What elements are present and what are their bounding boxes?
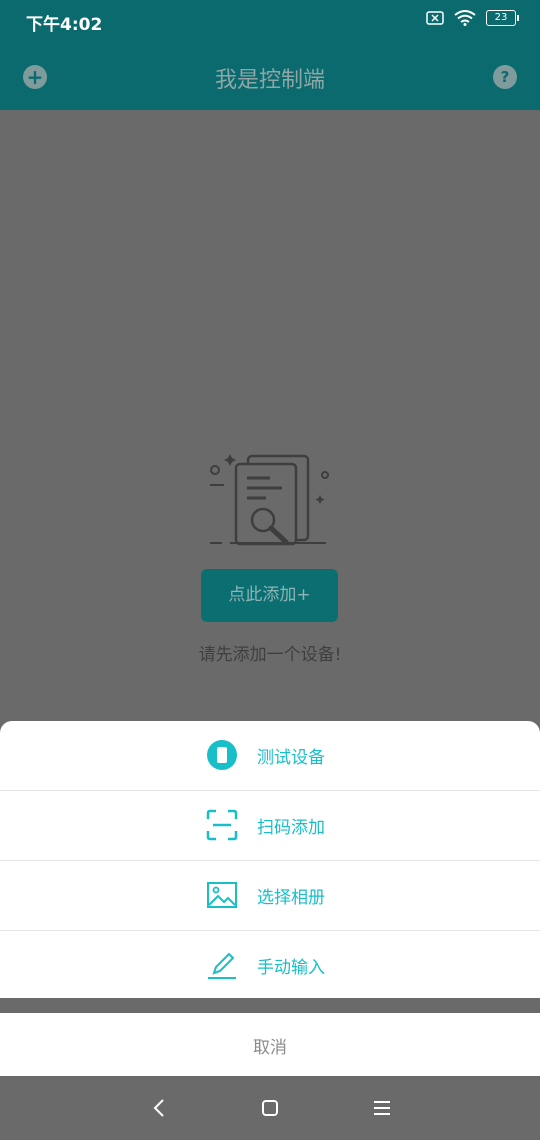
home-icon[interactable] bbox=[258, 1096, 282, 1120]
status-bar: 下午4:02 23 bbox=[0, 0, 540, 44]
page-title: 我是控制端 bbox=[214, 68, 325, 93]
wifi-icon bbox=[454, 10, 476, 26]
sheet-item-label: 扫码添加 bbox=[257, 818, 325, 838]
help-icon[interactable]: ? bbox=[493, 65, 517, 89]
cancel-button[interactable]: 取消 bbox=[0, 1013, 540, 1076]
sheet-divider bbox=[0, 998, 540, 1013]
cancel-label: 取消 bbox=[253, 1038, 287, 1058]
status-time: 下午4:02 bbox=[26, 15, 103, 35]
action-sheet: 测试设备 扫码添加 选择相册 手动输入 bbox=[0, 721, 540, 998]
add-device-button[interactable]: 点此添加+ bbox=[201, 569, 338, 622]
app-header: + 我是控制端 ? bbox=[0, 44, 540, 110]
back-icon[interactable] bbox=[148, 1096, 172, 1120]
sheet-item-label: 测试设备 bbox=[257, 748, 325, 768]
sheet-item-scan[interactable]: 扫码添加 bbox=[0, 791, 540, 861]
no-sim-icon bbox=[426, 11, 444, 25]
sheet-item-album[interactable]: 选择相册 bbox=[0, 861, 540, 931]
sheet-item-label: 选择相册 bbox=[257, 888, 325, 908]
empty-documents-illustration bbox=[210, 454, 329, 546]
sheet-item-test-device[interactable]: 测试设备 bbox=[0, 721, 540, 791]
sheet-item-label: 手动输入 bbox=[257, 958, 325, 978]
system-nav-bar bbox=[0, 1076, 540, 1140]
pencil-icon bbox=[208, 952, 236, 979]
status-icons: 23 bbox=[426, 10, 519, 26]
phone-icon bbox=[207, 740, 237, 770]
battery-indicator: 23 bbox=[486, 10, 519, 26]
sheet-item-manual-input[interactable]: 手动输入 bbox=[0, 931, 540, 998]
menu-icon[interactable] bbox=[370, 1096, 394, 1120]
scan-icon bbox=[206, 809, 238, 841]
image-icon bbox=[207, 882, 237, 908]
empty-hint: 请先添加一个设备! bbox=[198, 645, 342, 665]
